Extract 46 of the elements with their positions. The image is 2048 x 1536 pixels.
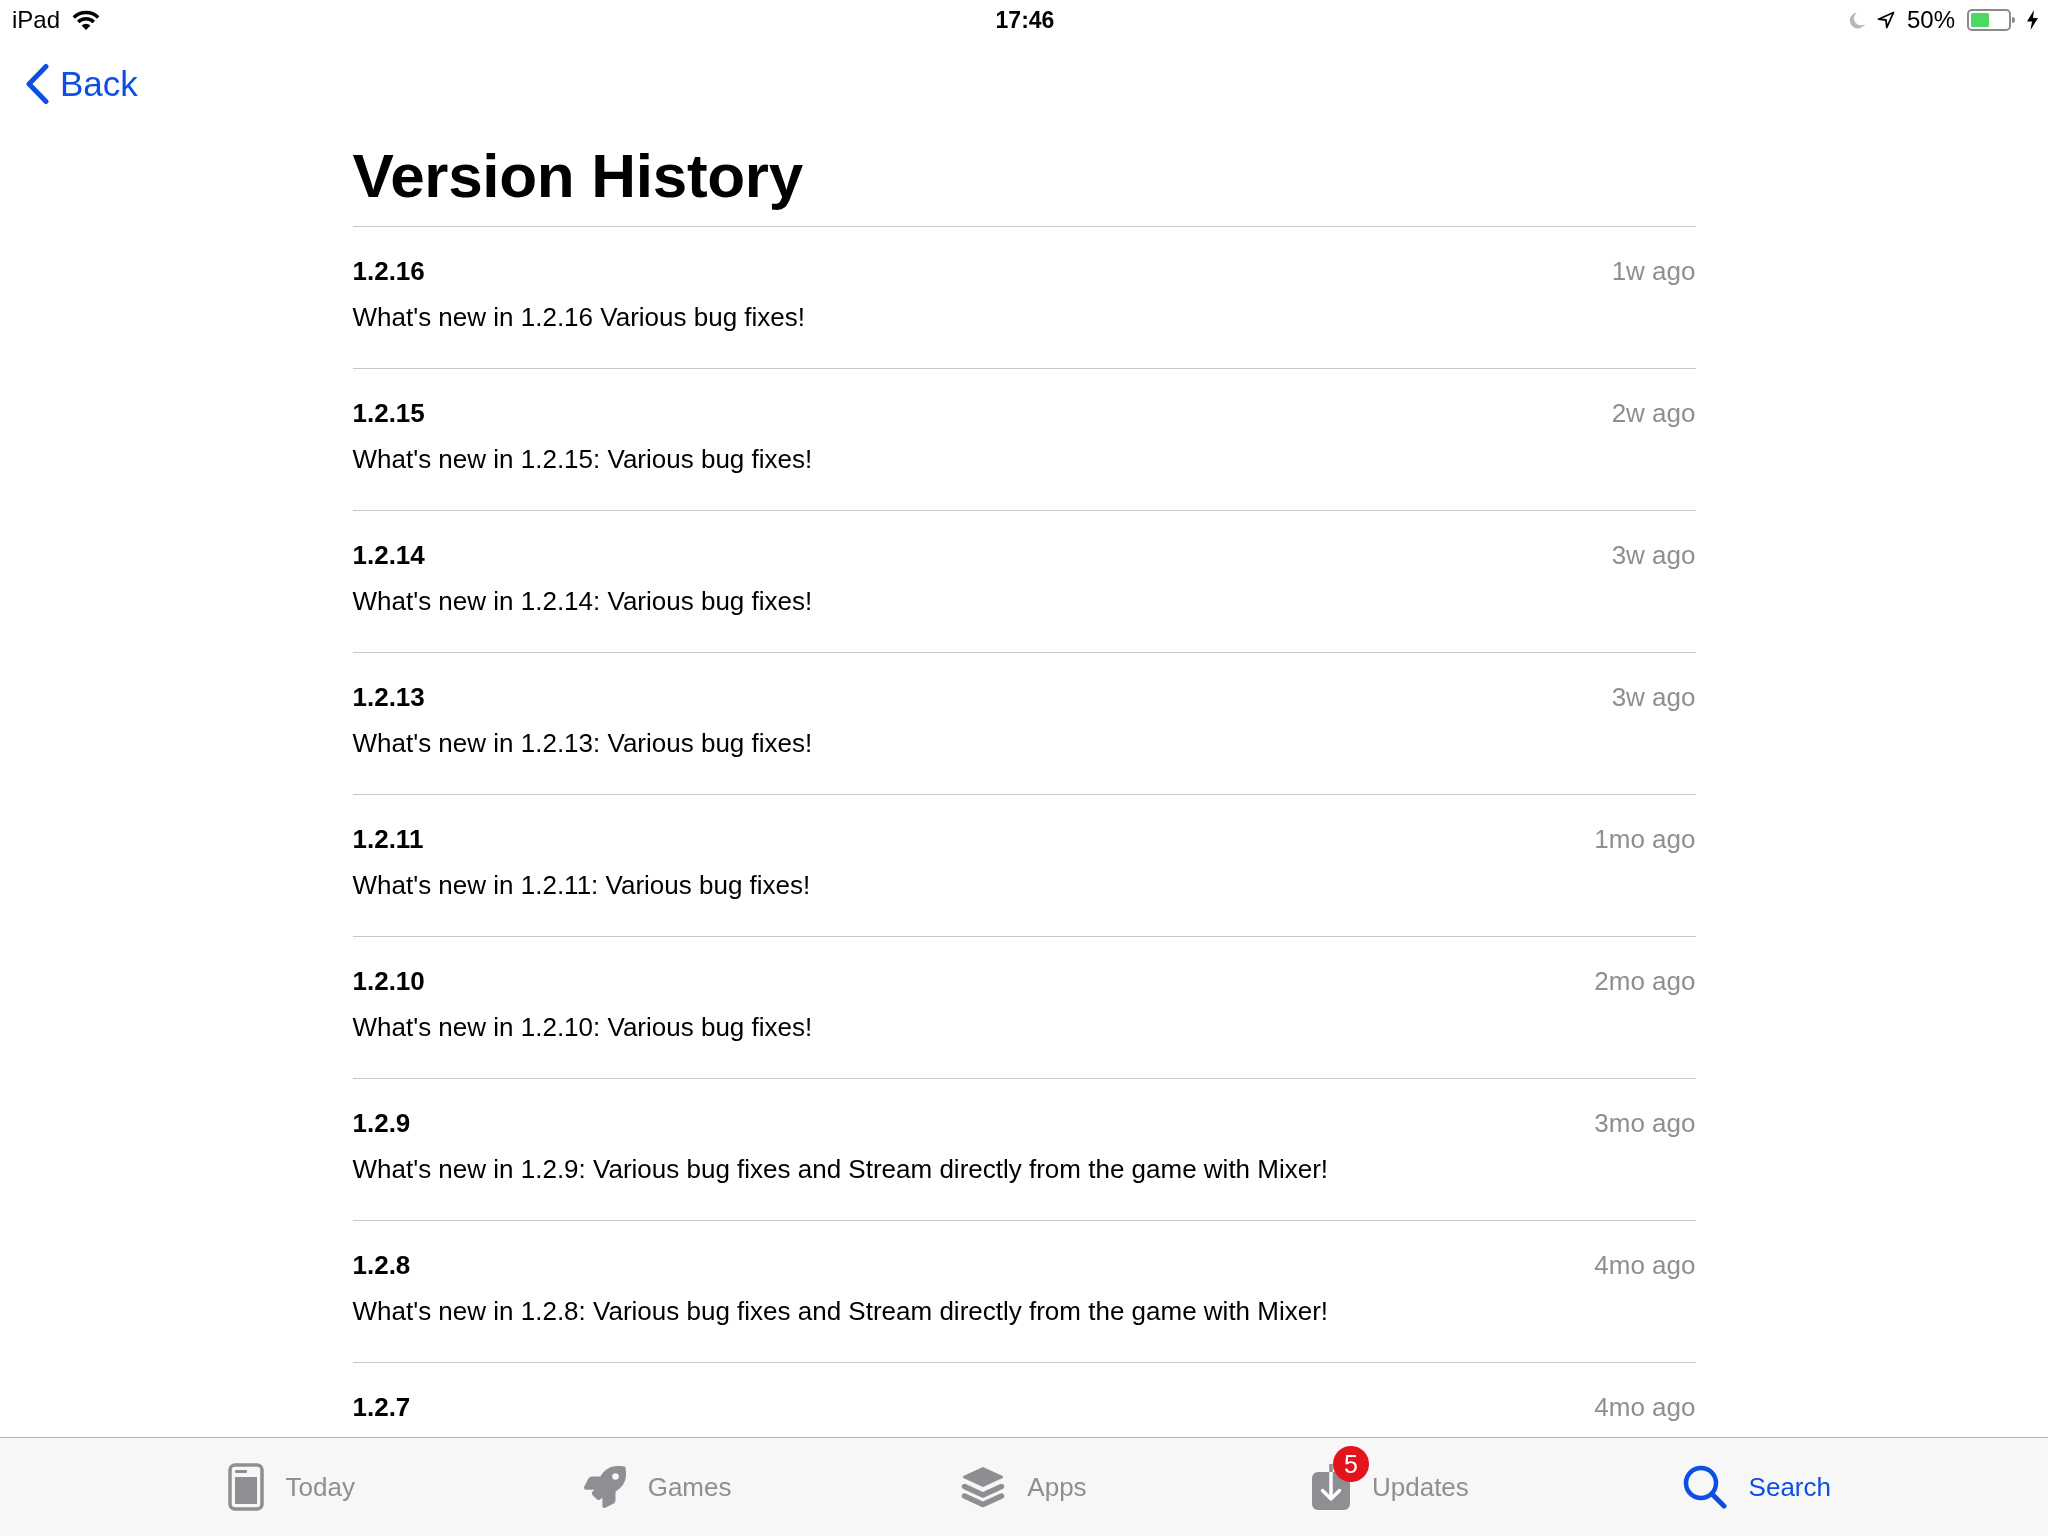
version-number: 1.2.15 bbox=[352, 397, 425, 429]
release-date: 4mo ago bbox=[1594, 1391, 1696, 1423]
notification-badge: 5 bbox=[1332, 1446, 1369, 1482]
release-notes: What's new in 1.2.9: Various bug fixes and Stream directly from the game with Mixer! bbox=[352, 1153, 1330, 1185]
version-number: 1.2.14 bbox=[352, 539, 425, 571]
release-date: 3mo ago bbox=[1594, 1107, 1696, 1139]
page-title: Version History bbox=[352, 141, 804, 211]
back-chevron-icon bbox=[24, 63, 50, 105]
back-button[interactable]: Back bbox=[24, 62, 138, 106]
release-notes: What's new in 1.2.14: Various bug fixes! bbox=[352, 585, 814, 617]
release-date: 4mo ago bbox=[1594, 1249, 1696, 1281]
tab-button[interactable]: Today bbox=[227, 1463, 355, 1511]
version-number: 1.2.16 bbox=[352, 255, 425, 287]
version-number: 1.2.11 bbox=[352, 823, 424, 855]
tab-button[interactable]: Games bbox=[583, 1463, 732, 1511]
charging-bolt-icon bbox=[2027, 10, 2038, 30]
location-arrow-icon bbox=[1876, 11, 1895, 29]
moon-icon bbox=[1848, 11, 1865, 29]
release-date: 2mo ago bbox=[1594, 965, 1696, 997]
today-card-icon bbox=[227, 1463, 264, 1511]
carrier-label: iPad bbox=[12, 6, 61, 34]
version-number: 1.2.10 bbox=[352, 965, 425, 997]
release-date: 2w ago bbox=[1611, 397, 1696, 429]
version-number: 1.2.8 bbox=[352, 1249, 411, 1281]
stacked-layers-icon bbox=[961, 1466, 1006, 1508]
release-date: 3w ago bbox=[1611, 681, 1696, 713]
tab-button[interactable]: Search bbox=[1682, 1463, 1831, 1511]
release-date: 3w ago bbox=[1611, 539, 1696, 571]
battery-icon bbox=[1967, 9, 2015, 31]
version-number: 1.2.13 bbox=[352, 681, 425, 713]
version-number: 1.2.7 bbox=[352, 1391, 411, 1423]
version-number: 1.2.9 bbox=[352, 1107, 411, 1139]
release-date: 1w ago bbox=[1611, 255, 1696, 287]
release-notes: What's new in 1.2.16 Various bug fixes! bbox=[352, 301, 806, 333]
wifi-icon bbox=[72, 10, 101, 30]
clock-time: 17:46 bbox=[995, 6, 1055, 34]
search-icon bbox=[1682, 1465, 1727, 1509]
release-notes: What's new in 1.2.13: Various bug fixes! bbox=[352, 727, 814, 759]
release-notes: What's new in 1.2.11: Various bug fixes! bbox=[352, 869, 812, 901]
release-date: 1mo ago bbox=[1594, 823, 1696, 855]
tab-button[interactable]: Apps bbox=[961, 1463, 1087, 1511]
battery-percentage: 50% bbox=[1906, 6, 1955, 34]
rocket-icon bbox=[583, 1466, 626, 1508]
release-notes: What's new in 1.2.8: Various bug fixes and Stream directly from the game with Mixer! bbox=[352, 1295, 1330, 1327]
release-notes: What's new in 1.2.10: Various bug fixes! bbox=[352, 1011, 814, 1043]
release-notes: What's new in 1.2.15: Various bug fixes! bbox=[352, 443, 814, 475]
